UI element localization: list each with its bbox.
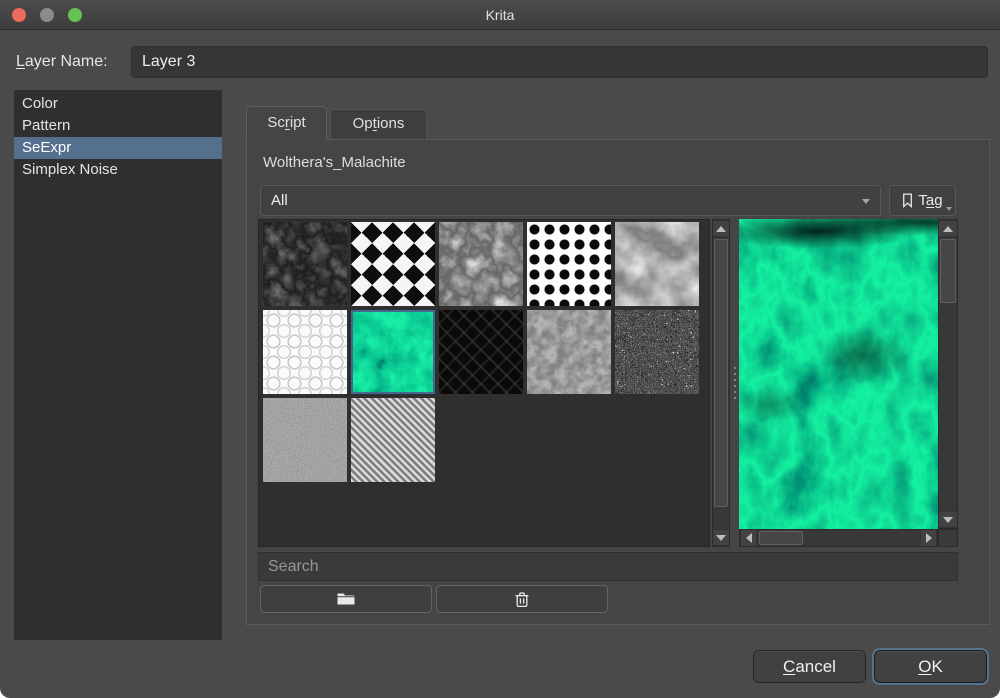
pattern-thumbnail-bw-triangles[interactable] <box>351 222 435 306</box>
pattern-thumbnail-diagonal-weave[interactable] <box>351 398 435 482</box>
pattern-grid <box>258 219 710 547</box>
type-list-item-seexpr[interactable]: SeExpr <box>14 137 222 159</box>
zoom-button[interactable] <box>68 8 82 22</box>
preview-vertical-scrollbar[interactable] <box>938 219 958 529</box>
scroll-up-button[interactable] <box>713 220 729 237</box>
resource-name-label: Wolthera's_Malachite <box>263 154 406 171</box>
search-input[interactable] <box>258 552 958 581</box>
tab-script[interactable]: Script <box>246 106 327 140</box>
pattern-thumbnail-gray-clouds[interactable] <box>439 222 523 306</box>
resource-chooser <box>258 219 958 547</box>
minimize-button[interactable] <box>40 8 54 22</box>
scrollbar-track[interactable] <box>757 530 920 546</box>
type-list-item-color[interactable]: Color <box>14 93 222 115</box>
grid-vertical-scrollbar[interactable] <box>712 219 730 547</box>
layer-name-input[interactable] <box>131 46 988 78</box>
arrow-right-icon <box>926 533 932 543</box>
cancel-button[interactable]: Cancel <box>753 650 866 683</box>
tab-options[interactable]: Options <box>330 109 427 139</box>
scrollbar-thumb[interactable] <box>759 531 803 545</box>
scrollbar-track[interactable] <box>939 237 957 511</box>
preview-pane <box>739 219 958 547</box>
pattern-thumbnail-gray-smoke[interactable] <box>615 222 699 306</box>
pattern-preview <box>739 219 938 529</box>
splitter-handle[interactable] <box>730 219 739 547</box>
scrollbar-thumb[interactable] <box>940 239 956 303</box>
scroll-up-button[interactable] <box>939 220 957 237</box>
scrollbar-track[interactable] <box>713 237 729 529</box>
scroll-left-button[interactable] <box>740 530 757 546</box>
pattern-thumbnail-halftone-dots[interactable] <box>527 222 611 306</box>
tag-button[interactable]: Tag <box>889 185 956 216</box>
chevron-down-icon <box>946 207 952 211</box>
arrow-up-icon <box>716 226 726 232</box>
chevron-down-icon <box>862 199 870 204</box>
fill-type-list: ColorPatternSeExprSimplex Noise <box>14 90 222 640</box>
pattern-thumbnail-gray-rough[interactable] <box>527 310 611 394</box>
pattern-thumbnail-dark-marble[interactable] <box>263 222 347 306</box>
pattern-thumbnail-fine-grain[interactable] <box>263 398 347 482</box>
ok-button[interactable]: OK <box>874 650 987 683</box>
preview-horizontal-scrollbar[interactable] <box>739 529 938 547</box>
close-button[interactable] <box>12 8 26 22</box>
arrow-left-icon <box>746 533 752 543</box>
layer-name-label: Layer Name: <box>16 53 108 71</box>
delete-resource-button[interactable] <box>436 585 608 613</box>
krita-fill-layer-dialog: Krita Layer Name: ColorPatternSeExprSimp… <box>0 0 1000 698</box>
trash-icon <box>515 591 529 608</box>
window-title: Krita <box>0 0 1000 30</box>
scrollbar-corner <box>938 529 958 547</box>
arrow-down-icon <box>716 535 726 541</box>
scroll-down-button[interactable] <box>939 511 957 528</box>
tag-button-label: Tag <box>918 192 942 209</box>
type-list-item-pattern[interactable]: Pattern <box>14 115 222 137</box>
title-bar: Krita <box>0 0 1000 30</box>
pattern-thumbnail-speckle-noise[interactable] <box>615 310 699 394</box>
bookmark-icon <box>902 193 913 208</box>
scroll-down-button[interactable] <box>713 529 729 546</box>
arrow-down-icon <box>943 517 953 523</box>
pattern-thumbnail-green-malachite[interactable] <box>351 310 435 394</box>
pattern-thumbnail-dark-maze[interactable] <box>439 310 523 394</box>
arrow-up-icon <box>943 226 953 232</box>
pattern-thumbnail-truchet-rings[interactable] <box>263 310 347 394</box>
type-list-item-simplex-noise[interactable]: Simplex Noise <box>14 159 222 181</box>
import-resource-button[interactable] <box>260 585 432 613</box>
tag-filter-combobox[interactable]: All <box>260 185 881 216</box>
scroll-right-button[interactable] <box>920 530 937 546</box>
folder-icon <box>336 591 356 607</box>
script-tab-panel: Wolthera's_Malachite All Tag <box>246 139 990 625</box>
scrollbar-thumb[interactable] <box>714 239 728 507</box>
